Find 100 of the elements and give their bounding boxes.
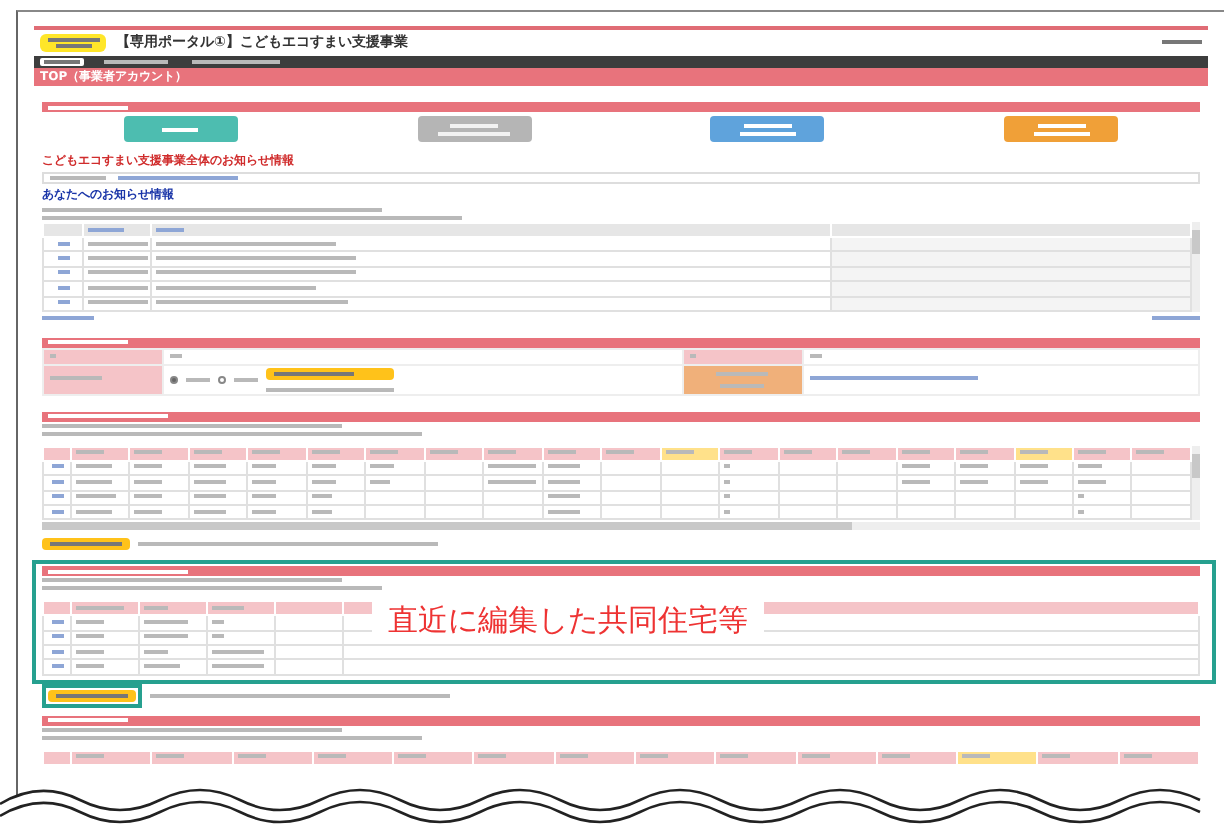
blurred-text [50, 353, 56, 358]
nav-link[interactable] [188, 58, 284, 66]
blurred-text [547, 494, 580, 499]
blurred-text [398, 754, 427, 759]
blurred-text [274, 371, 354, 376]
blurred-text [56, 693, 128, 698]
blurred-text [76, 464, 112, 469]
scrollbar[interactable] [1192, 445, 1200, 521]
blurred-text [76, 605, 124, 610]
blurred-text [144, 664, 180, 669]
blurred-text [212, 649, 264, 654]
blurred-link[interactable] [42, 315, 94, 320]
blurred-text [901, 464, 930, 469]
blurred-link[interactable] [1152, 315, 1200, 320]
blurred-text [88, 300, 148, 305]
blurred-text [1019, 464, 1047, 469]
blurred-text [144, 634, 188, 639]
blurred-text [48, 569, 188, 574]
blurred-text [193, 450, 222, 455]
blurred-text [237, 754, 266, 759]
blurred-text [606, 450, 635, 455]
settings-button[interactable] [266, 367, 394, 380]
blurred-text [134, 494, 163, 499]
blurred-text [1077, 464, 1102, 469]
blurred-text [134, 464, 163, 469]
scrollbar[interactable] [42, 522, 1200, 531]
nav-link[interactable] [40, 58, 84, 66]
blurred-text [212, 664, 264, 669]
blurred-text [311, 450, 340, 455]
blurred-text [1077, 479, 1106, 484]
blurred-text [1077, 509, 1084, 514]
blurred-text [547, 479, 580, 484]
search-edit-button[interactable] [42, 538, 130, 551]
blurred-text [212, 605, 244, 610]
blurred-text [76, 634, 104, 639]
blurred-text [48, 718, 128, 723]
portal-button[interactable] [123, 116, 238, 142]
blurred-text [76, 620, 104, 625]
blurred-text [88, 285, 148, 290]
blurred-text [88, 241, 148, 246]
blurred-text [901, 479, 930, 484]
blurred-text [370, 479, 391, 484]
blurred-text [144, 605, 168, 610]
blurred-link[interactable] [809, 376, 978, 381]
blurred-text [724, 450, 753, 455]
blurred-text [1136, 450, 1165, 455]
blurred-text [783, 450, 812, 455]
nav-link[interactable] [100, 58, 172, 66]
blurred-text [488, 450, 517, 455]
blurred-text [689, 353, 696, 358]
blurred-text [720, 383, 765, 388]
portal-button[interactable] [1004, 116, 1119, 142]
blurred-text [370, 464, 395, 469]
blurred-text [724, 494, 731, 499]
blurred-text [170, 353, 182, 358]
blurred-text [724, 464, 731, 469]
blurred-text [488, 479, 537, 484]
blurred-text [144, 649, 168, 654]
blurred-text [144, 620, 188, 625]
blurred-text [881, 754, 910, 759]
blurred-text [1042, 754, 1071, 759]
blurred-text [234, 377, 258, 382]
blurred-text [960, 450, 989, 455]
blurred-text [76, 494, 116, 499]
blurred-text [252, 509, 277, 514]
blurred-text [370, 450, 399, 455]
blurred-text [134, 450, 163, 455]
blurred-text [716, 371, 769, 376]
blurred-text [720, 754, 749, 759]
blurred-text [547, 450, 576, 455]
blurred-text [901, 450, 930, 455]
blurred-text [665, 450, 694, 455]
blurred-text [317, 754, 346, 759]
blurred-text [76, 450, 104, 455]
blurred-text [76, 509, 112, 514]
blurred-text [801, 754, 830, 759]
search-edit-button[interactable] [48, 689, 136, 702]
blurred-text [639, 754, 668, 759]
blurred-text [478, 754, 507, 759]
blurred-text [193, 464, 226, 469]
blurred-text [311, 479, 336, 484]
blurred-text [547, 464, 580, 469]
blurred-text [429, 450, 458, 455]
blurred-text [48, 340, 128, 345]
blurred-text [88, 270, 148, 275]
blurred-text [311, 464, 336, 469]
blurred-text [76, 649, 104, 654]
portal-button[interactable] [710, 116, 825, 142]
blurred-text [1077, 494, 1084, 499]
radio-button[interactable] [218, 375, 226, 384]
radio-button[interactable] [170, 375, 178, 384]
blurred-text [76, 479, 112, 484]
blurred-text [76, 664, 104, 669]
blurred-text [252, 494, 277, 499]
blurred-text [960, 479, 989, 484]
blurred-text [724, 509, 731, 514]
blurred-text [962, 754, 991, 759]
blurred-text [1077, 450, 1106, 455]
blurred-text [488, 464, 537, 469]
blurred-text [193, 479, 226, 484]
